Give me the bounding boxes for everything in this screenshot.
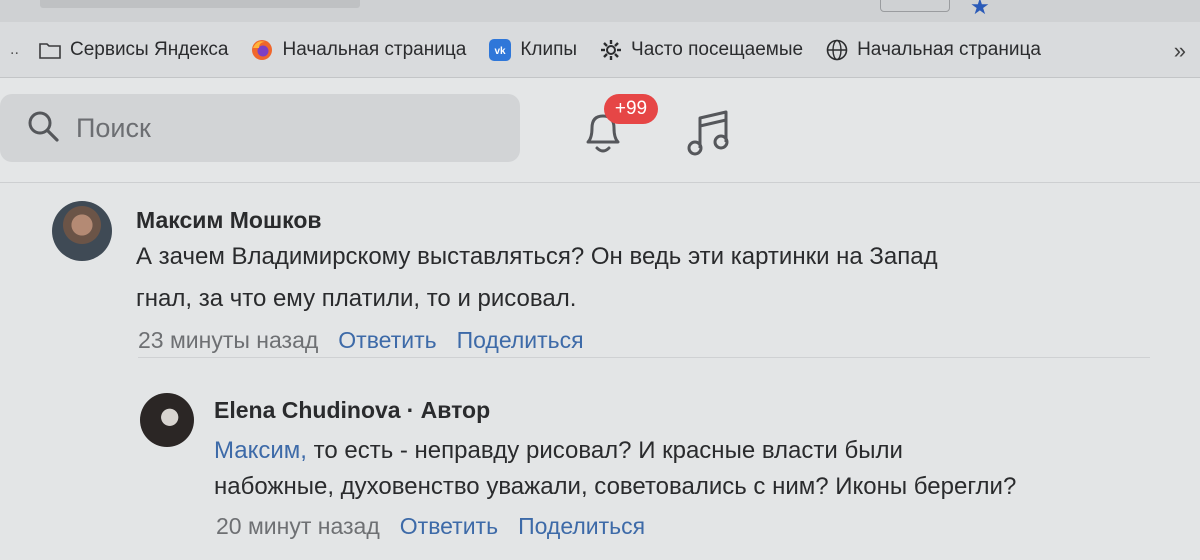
music-icon[interactable] — [686, 108, 732, 160]
bookmark-label: Часто посещаемые — [631, 38, 804, 60]
bookmark-yandex-services[interactable]: Сервисы Яндекса — [38, 38, 228, 62]
firefox-icon — [250, 38, 274, 62]
reply-button[interactable]: Ответить — [338, 327, 436, 354]
search-input[interactable] — [76, 112, 476, 144]
bookmark-home-page-globe[interactable]: Начальная страница — [825, 38, 1041, 62]
comment-text-line: набожные, духовенство уважали, советовал… — [214, 473, 1017, 500]
share-button[interactable]: Поделиться — [457, 327, 584, 354]
folder-icon — [38, 38, 62, 62]
search-icon — [26, 109, 60, 148]
globe-icon — [825, 38, 849, 62]
mention-link[interactable]: Максим, — [214, 437, 307, 464]
gear-icon — [599, 38, 623, 62]
address-bar[interactable] — [40, 0, 360, 8]
notifications-badge: +99 — [604, 94, 658, 124]
bookmarks-overflow-chevron-icon[interactable]: » — [1174, 38, 1186, 64]
browser-top-strip: ★ — [0, 0, 1200, 22]
comment-text-line: гнал, за что ему платили, то и рисовал. — [136, 285, 577, 312]
bookmark-most-visited[interactable]: Часто посещаемые — [599, 38, 803, 62]
comment-meta: 23 минуты назад Ответить Поделиться — [138, 327, 584, 354]
bookmark-home-page-firefox[interactable]: Начальная страница — [250, 38, 466, 62]
avatar[interactable] — [52, 201, 112, 261]
comments-panel: Максим Мошков А зачем Владимирскому выст… — [0, 182, 1200, 560]
author-tag: · Автор — [406, 397, 491, 423]
bookmark-label: Начальная страница — [857, 38, 1041, 60]
zoom-indicator[interactable] — [880, 0, 950, 12]
comment-meta: 20 минут назад Ответить Поделиться — [216, 513, 645, 540]
reply-button[interactable]: Ответить — [400, 513, 498, 540]
share-button[interactable]: Поделиться — [518, 513, 645, 540]
vk-icon: vk — [488, 38, 512, 62]
comment-text-line: Максим, то есть - неправду рисовал? И кр… — [214, 431, 903, 471]
svg-text:vk: vk — [495, 46, 507, 57]
avatar[interactable] — [140, 393, 194, 447]
bookmarks-bar: .. Сервисы Яндекса Начальная страница vk… — [0, 22, 1200, 78]
bookmark-label: Клипы — [520, 38, 578, 60]
comment-timestamp[interactable]: 23 минуты назад — [138, 327, 318, 354]
bookmarks-overflow-left: .. — [10, 40, 19, 58]
comment-text-line: А зачем Владимирскому выставляться? Он в… — [136, 243, 938, 270]
comment-divider — [138, 357, 1150, 358]
comment-timestamp[interactable]: 20 минут назад — [216, 513, 380, 540]
search-box[interactable] — [0, 94, 520, 162]
bookmark-star-icon[interactable]: ★ — [970, 0, 990, 20]
comment-text: то есть - неправду рисовал? И красные вл… — [306, 437, 903, 464]
comment-author[interactable]: Максим Мошков — [136, 207, 322, 234]
bookmark-clips[interactable]: vk Клипы — [488, 38, 577, 62]
page-header: +99 — [0, 78, 1200, 182]
bookmark-label: Сервисы Яндекса — [70, 38, 229, 60]
comment-author[interactable]: Elena Chudinova — [214, 397, 401, 424]
comment-author-row: Elena Chudinova · Автор — [214, 397, 490, 424]
bookmark-label: Начальная страница — [282, 38, 467, 60]
